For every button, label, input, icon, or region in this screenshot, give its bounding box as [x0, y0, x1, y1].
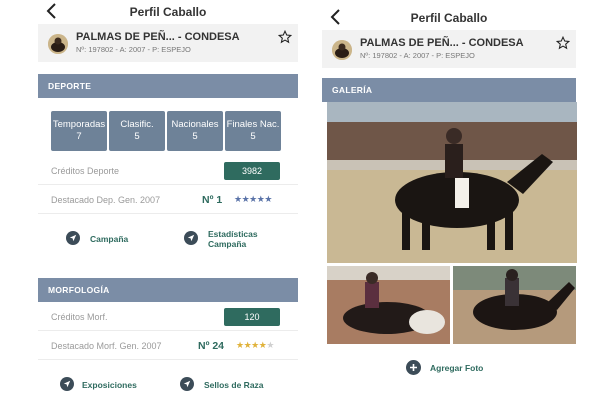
stat-value: 5 [192, 131, 198, 142]
creditos-deporte-label: Créditos Deporte [51, 166, 120, 176]
horse-name: PALMAS DE PEÑ... - CONDESA [76, 31, 240, 43]
horse-meta: Nº: 197802 - A: 2007 - P: ESPEJO [76, 45, 191, 54]
horse-name: PALMAS DE PEÑ... - CONDESA [360, 37, 524, 49]
stat-label: Finales Nac. [226, 119, 280, 130]
star-icon: ★ [249, 194, 257, 204]
stat-nacionales[interactable]: Nacionales 5 [167, 111, 223, 151]
horse-avatar [48, 34, 68, 54]
agregar-foto-button[interactable]: Agregar Foto [430, 363, 483, 373]
page-title: Perfil Caballo [129, 5, 207, 19]
stat-value: 7 [76, 131, 82, 142]
right-screen: Perfil Caballo PALMAS DE PEÑ... - CONDES… [318, 0, 580, 400]
rating-stars-morf: ★★★★★ [236, 340, 274, 351]
star-outline-icon[interactable] [555, 35, 571, 50]
page-title: Perfil Caballo [410, 11, 488, 25]
section-header-deporte: DEPORTE [38, 74, 298, 98]
horse-avatar [332, 40, 352, 60]
star-icon: ★ [266, 340, 274, 350]
stat-label: Temporadas [52, 119, 106, 130]
gallery-photo-main[interactable] [327, 102, 577, 263]
location-arrow-icon[interactable] [184, 231, 198, 245]
rating-stars-deporte: ★★★★★ [234, 194, 272, 205]
destacado-deporte-rank: Nº 1 [202, 194, 223, 206]
star-icon: ★ [264, 194, 272, 204]
star-outline-icon[interactable] [277, 29, 293, 44]
plus-icon[interactable] [406, 360, 421, 375]
star-icon: ★ [251, 340, 259, 350]
horse-card[interactable]: PALMAS DE PEÑ... - CONDESA Nº: 197802 - … [38, 24, 298, 62]
star-icon: ★ [236, 340, 244, 350]
destacado-morf-label: Destacado Morf. Gen. 2007 [51, 341, 162, 351]
destacado-morf-row: Destacado Morf. Gen. 2007 Nº 24 ★★★★★ [38, 332, 298, 360]
stat-temporadas[interactable]: Temporadas 7 [51, 111, 107, 151]
header: Perfil Caballo [34, 0, 302, 24]
stat-clasific[interactable]: Clasific. 5 [109, 111, 165, 151]
gallery-photo-thumb[interactable] [327, 266, 450, 344]
creditos-morf-label: Créditos Morf. [51, 312, 108, 322]
creditos-deporte-value: 3982 [224, 162, 280, 180]
exposiciones-link[interactable]: Exposiciones [82, 380, 137, 390]
creditos-morf-row: Créditos Morf. 120 [38, 303, 298, 331]
gallery-photo-thumb[interactable] [453, 266, 576, 344]
section-header-galeria: GALERÍA [322, 78, 576, 102]
star-icon: ★ [234, 194, 242, 204]
location-arrow-icon[interactable] [66, 231, 80, 245]
creditos-deporte-row: Créditos Deporte 3982 [38, 157, 298, 185]
horse-meta: Nº: 197802 - A: 2007 - P: ESPEJO [360, 51, 475, 60]
location-arrow-icon[interactable] [60, 377, 74, 391]
destacado-morf-rank: Nº 24 [198, 340, 225, 352]
header: Perfil Caballo [318, 0, 580, 30]
stat-value: 5 [250, 131, 256, 142]
left-screen: Perfil Caballo PALMAS DE PEÑ... - CONDES… [34, 0, 302, 400]
destacado-deporte-label: Destacado Dep. Gen. 2007 [51, 195, 161, 205]
creditos-morf-value: 120 [224, 308, 280, 326]
section-header-morfologia: MORFOLOGÍA [38, 278, 298, 302]
horse-card[interactable]: PALMAS DE PEÑ... - CONDESA Nº: 197802 - … [322, 30, 576, 68]
campana-link[interactable]: Campaña [90, 234, 128, 244]
stat-value: 5 [134, 131, 140, 142]
stat-label: Clasific. [120, 119, 154, 130]
estadisticas-campana-link[interactable]: Estadísticas Campaña [208, 229, 270, 249]
stat-label: Nacionales [171, 119, 219, 130]
sellos-de-raza-link[interactable]: Sellos de Raza [204, 380, 264, 390]
location-arrow-icon[interactable] [180, 377, 194, 391]
stat-finales-nac[interactable]: Finales Nac. 5 [225, 111, 281, 151]
destacado-deporte-row: Destacado Dep. Gen. 2007 Nº 1 ★★★★★ [38, 186, 298, 214]
